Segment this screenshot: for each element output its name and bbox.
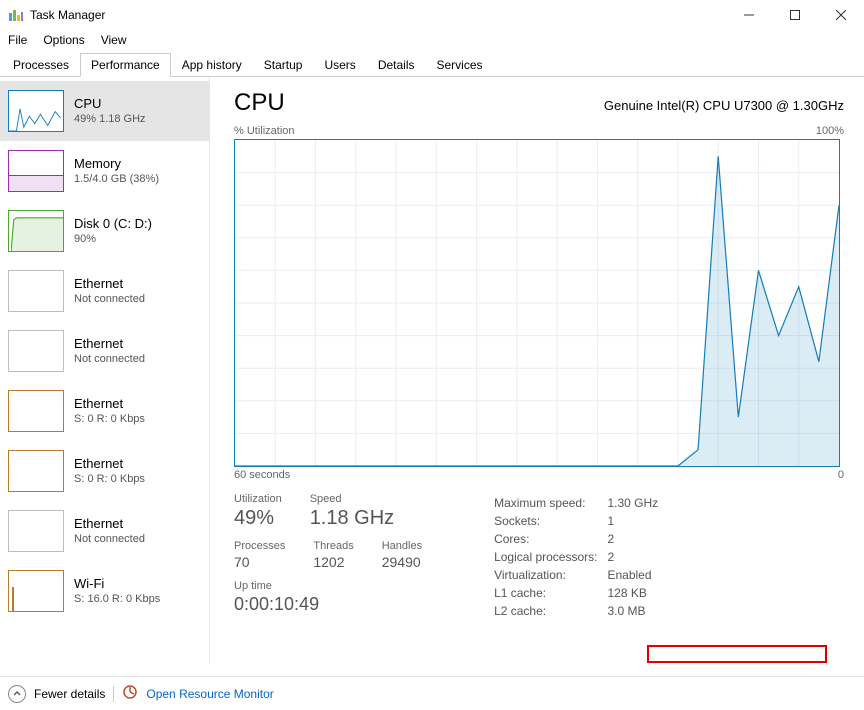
tab-performance[interactable]: Performance xyxy=(80,53,171,77)
page-title: CPU xyxy=(234,89,285,117)
sidebar-item-sub: 1.5/4.0 GB (38%) xyxy=(74,172,159,187)
threads-label: Threads xyxy=(313,540,353,552)
task-manager-icon xyxy=(8,7,24,23)
sidebar-item-sub: S: 0 R: 0 Kbps xyxy=(74,472,145,487)
stat-value: 2 xyxy=(607,549,677,565)
ethernet-thumbnail xyxy=(8,450,64,492)
ethernet-thumbnail xyxy=(8,390,64,432)
resource-monitor-icon xyxy=(122,684,138,703)
sidebar-item-disk0[interactable]: Disk 0 (C: D:) 90% xyxy=(0,201,209,261)
stat-key: Virtualization: xyxy=(494,567,605,583)
sidebar-item-wifi[interactable]: Wi-Fi S: 16.0 R: 0 Kbps xyxy=(0,561,209,621)
tab-startup[interactable]: Startup xyxy=(253,53,314,77)
utilization-label: Utilization xyxy=(234,493,282,505)
tab-services[interactable]: Services xyxy=(426,53,494,77)
sidebar-item-ethernet-5[interactable]: Ethernet Not connected xyxy=(0,501,209,561)
cpu-name: Genuine Intel(R) CPU U7300 @ 1.30GHz xyxy=(604,98,844,113)
menu-view[interactable]: View xyxy=(101,33,127,47)
wifi-thumbnail xyxy=(8,570,64,612)
sidebar-item-ethernet-4[interactable]: Ethernet S: 0 R: 0 Kbps xyxy=(0,441,209,501)
stat-key: L1 cache: xyxy=(494,585,605,601)
stat-key: Cores: xyxy=(494,531,605,547)
chart-xmax: 0 xyxy=(838,469,844,481)
fewer-details-link[interactable]: Fewer details xyxy=(34,687,105,701)
stat-key: L2 cache: xyxy=(494,603,605,619)
close-button[interactable] xyxy=(818,0,864,30)
threads-value: 1202 xyxy=(313,554,353,570)
speed-label: Speed xyxy=(310,493,394,505)
speed-value: 1.18 GHz xyxy=(310,507,394,530)
sidebar-item-sub: S: 0 R: 0 Kbps xyxy=(74,412,145,427)
stat-key: Sockets: xyxy=(494,513,605,529)
menu-file[interactable]: File xyxy=(8,33,27,47)
tab-users[interactable]: Users xyxy=(313,53,366,77)
chart-xmin: 60 seconds xyxy=(234,469,290,481)
sidebar-item-label: Ethernet xyxy=(74,515,145,533)
cpu-thumbnail xyxy=(8,90,64,132)
stat-value: 128 KB xyxy=(607,585,677,601)
stat-value: 1 xyxy=(607,513,677,529)
sidebar-item-sub: S: 16.0 R: 0 Kbps xyxy=(74,592,160,607)
processes-value: 70 xyxy=(234,554,285,570)
sidebar-item-label: Ethernet xyxy=(74,335,145,353)
stat-value: 2 xyxy=(607,531,677,547)
open-resource-monitor-link[interactable]: Open Resource Monitor xyxy=(146,687,273,701)
sidebar-item-memory[interactable]: Memory 1.5/4.0 GB (38%) xyxy=(0,141,209,201)
sidebar-item-ethernet-2[interactable]: Ethernet Not connected xyxy=(0,321,209,381)
menu-options[interactable]: Options xyxy=(43,33,84,47)
stat-key: Logical processors: xyxy=(494,549,605,565)
sidebar-item-label: Disk 0 (C: D:) xyxy=(74,215,152,233)
sidebar-item-label: Wi-Fi xyxy=(74,575,160,593)
window-title: Task Manager xyxy=(30,8,105,22)
sidebar-item-sub: 90% xyxy=(74,232,152,247)
disk-thumbnail xyxy=(8,210,64,252)
minimize-button[interactable] xyxy=(726,0,772,30)
sidebar-item-sub: Not connected xyxy=(74,352,145,367)
tab-details[interactable]: Details xyxy=(367,53,426,77)
sidebar-item-label: Ethernet xyxy=(74,455,145,473)
stat-key: Maximum speed: xyxy=(494,495,605,511)
handles-label: Handles xyxy=(382,540,422,552)
maximize-button[interactable] xyxy=(772,0,818,30)
uptime-value: 0:00:10:49 xyxy=(234,594,422,615)
chart-ylabel: % Utilization xyxy=(234,125,295,137)
stat-value: Enabled xyxy=(607,567,677,583)
tab-processes[interactable]: Processes xyxy=(2,53,80,77)
cpu-utilization-chart xyxy=(234,139,840,467)
sidebar-item-label: Memory xyxy=(74,155,159,173)
tab-app-history[interactable]: App history xyxy=(171,53,253,77)
highlight-annotation xyxy=(647,645,827,663)
sidebar-item-label: CPU xyxy=(74,95,146,113)
sidebar-item-ethernet-1[interactable]: Ethernet Not connected xyxy=(0,261,209,321)
handles-value: 29490 xyxy=(382,554,422,570)
processes-label: Processes xyxy=(234,540,285,552)
ethernet-thumbnail xyxy=(8,510,64,552)
sidebar-item-sub: Not connected xyxy=(74,532,145,547)
stat-value: 3.0 MB xyxy=(607,603,677,619)
sidebar-item-sub: 49% 1.18 GHz xyxy=(74,112,146,127)
fewer-details-icon[interactable] xyxy=(8,685,26,703)
sidebar: CPU 49% 1.18 GHz Memory 1.5/4.0 GB (38%)… xyxy=(0,77,210,664)
sidebar-item-cpu[interactable]: CPU 49% 1.18 GHz xyxy=(0,81,209,141)
separator xyxy=(113,686,114,702)
chart-ymax: 100% xyxy=(816,125,844,137)
sidebar-item-label: Ethernet xyxy=(74,395,145,413)
memory-thumbnail xyxy=(8,150,64,192)
stat-value: 1.30 GHz xyxy=(607,495,677,511)
ethernet-thumbnail xyxy=(8,270,64,312)
utilization-value: 49% xyxy=(234,507,282,530)
uptime-label: Up time xyxy=(234,580,422,592)
sidebar-item-label: Ethernet xyxy=(74,275,145,293)
ethernet-thumbnail xyxy=(8,330,64,372)
sidebar-item-sub: Not connected xyxy=(74,292,145,307)
sidebar-item-ethernet-3[interactable]: Ethernet S: 0 R: 0 Kbps xyxy=(0,381,209,441)
